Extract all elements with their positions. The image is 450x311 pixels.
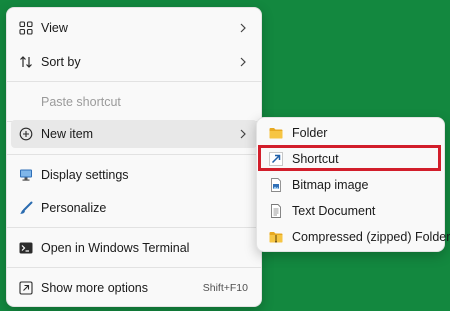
menu-separator <box>7 81 261 82</box>
submenu-item-folder[interactable]: Folder <box>261 120 440 146</box>
menu-item-new-item-label: New item <box>41 127 94 141</box>
menu-separator <box>7 267 261 268</box>
desktop-context-menu: View Sort by Paste shortcut New item Dis… <box>6 7 262 307</box>
menu-item-personalize[interactable]: Personalize <box>11 194 257 222</box>
menu-item-view[interactable]: View <box>11 14 257 42</box>
menu-item-display-settings-label: Display settings <box>41 168 129 182</box>
chevron-right-icon <box>239 127 247 141</box>
submenu-item-text-document[interactable]: Text Document <box>261 198 440 224</box>
menu-item-new-item[interactable]: New item <box>11 120 257 148</box>
menu-separator <box>7 227 261 228</box>
submenu-item-bitmap-image-label: Bitmap image <box>292 178 369 192</box>
menu-item-open-terminal[interactable]: Open in Windows Terminal <box>11 234 257 262</box>
menu-separator <box>7 154 261 155</box>
text-document-icon <box>269 204 283 218</box>
keyboard-shortcut-hint: Shift+F10 <box>202 282 248 294</box>
menu-item-show-more-options-label: Show more options <box>41 281 149 295</box>
submenu-item-shortcut[interactable]: Shortcut <box>261 146 440 172</box>
menu-item-sort-by-label: Sort by <box>41 55 81 69</box>
menu-item-view-label: View <box>41 21 68 35</box>
submenu-item-folder-label: Folder <box>292 126 328 140</box>
menu-item-personalize-label: Personalize <box>41 201 107 215</box>
chevron-right-icon <box>239 55 247 69</box>
submenu-item-bitmap-image[interactable]: Bitmap image <box>261 172 440 198</box>
plus-circle-icon <box>19 127 33 141</box>
submenu-item-compressed-folder-label: Compressed (zipped) Folder <box>292 230 450 244</box>
submenu-item-shortcut-label: Shortcut <box>292 152 339 166</box>
zip-folder-icon <box>269 230 283 244</box>
folder-icon <box>269 126 283 140</box>
show-more-icon <box>19 281 33 295</box>
terminal-icon <box>19 241 33 255</box>
menu-item-paste-shortcut[interactable]: Paste shortcut <box>11 88 257 116</box>
shortcut-arrow-icon <box>269 152 283 166</box>
chevron-right-icon <box>239 21 247 35</box>
submenu-item-compressed-folder[interactable]: Compressed (zipped) Folder <box>261 224 450 250</box>
menu-item-sort-by[interactable]: Sort by <box>11 48 257 76</box>
menu-item-display-settings[interactable]: Display settings <box>11 161 257 189</box>
sort-arrows-icon <box>19 55 33 69</box>
menu-item-show-more-options[interactable]: Show more options Shift+F10 <box>11 274 257 302</box>
bitmap-image-icon <box>269 178 283 192</box>
monitor-icon <box>19 168 33 182</box>
menu-item-open-terminal-label: Open in Windows Terminal <box>41 241 190 255</box>
grid-icon <box>19 21 33 35</box>
new-item-submenu: Folder Shortcut Bitmap image Text Docume… <box>256 117 450 252</box>
menu-item-paste-shortcut-label: Paste shortcut <box>41 95 121 109</box>
submenu-item-text-document-label: Text Document <box>292 204 376 218</box>
brush-icon <box>19 201 33 215</box>
